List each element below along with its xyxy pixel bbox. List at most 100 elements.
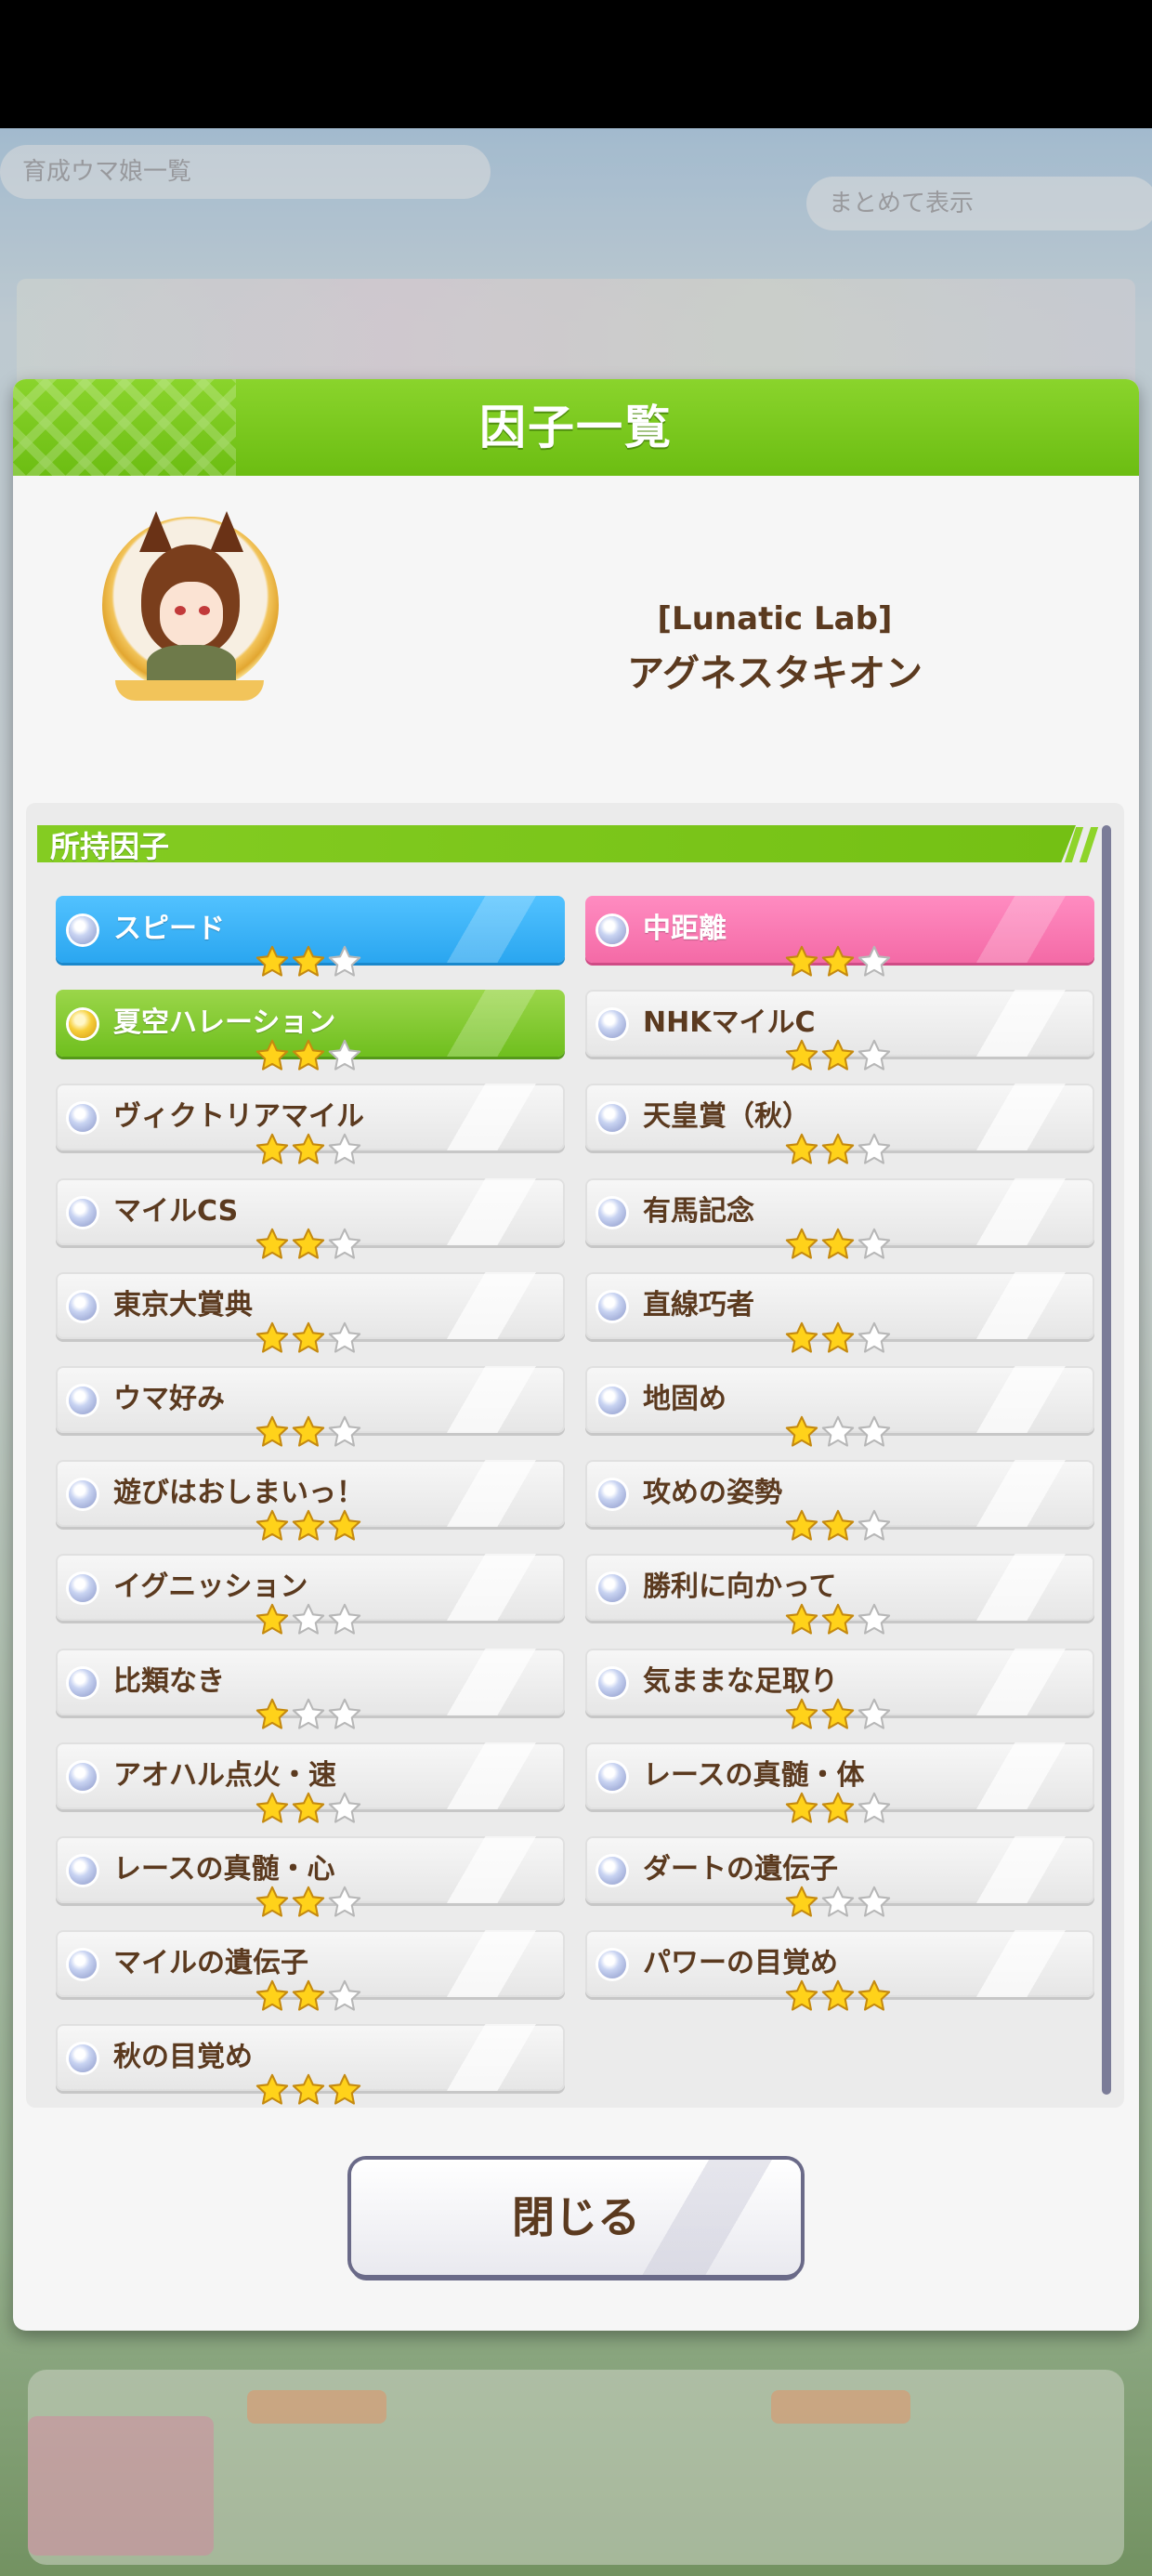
star-empty-icon	[821, 1886, 855, 1917]
star-empty-icon	[857, 1134, 891, 1164]
star-filled-icon	[255, 1040, 289, 1071]
factor-tile[interactable]: パワーの目覚め	[585, 1930, 1094, 2011]
avatar-face	[160, 582, 223, 647]
factor-star-rating	[784, 1321, 893, 1358]
factor-tile[interactable]: 有馬記念	[585, 1177, 1094, 1259]
star-empty-icon	[857, 1228, 891, 1259]
factor-tile[interactable]: アオハル点火・速	[56, 1741, 565, 1823]
star-filled-icon	[292, 1321, 325, 1353]
star-filled-icon	[785, 1415, 818, 1447]
factor-star-rating	[255, 944, 363, 981]
star-filled-icon	[292, 1040, 325, 1071]
factor-tile[interactable]: 気ままな足取り	[585, 1648, 1094, 1729]
factor-star-rating	[255, 1038, 363, 1075]
star-filled-icon	[785, 1134, 818, 1164]
factor-tile[interactable]: 直線巧者	[585, 1271, 1094, 1353]
factor-type-icon	[598, 1762, 626, 1791]
character-name: アグネスタキオン	[627, 652, 923, 695]
star-filled-icon	[785, 945, 818, 977]
star-empty-icon	[328, 1415, 361, 1447]
star-filled-icon	[292, 1886, 325, 1917]
factor-star-rating	[255, 1697, 363, 1734]
factor-star-rating	[255, 1414, 363, 1452]
factor-tile[interactable]: マイルCS	[56, 1177, 565, 1259]
factor-tile[interactable]: マイルの遺伝子	[56, 1930, 565, 2011]
star-filled-icon	[328, 1510, 361, 1541]
factor-star-rating	[255, 1321, 363, 1358]
star-filled-icon	[255, 1134, 289, 1164]
factor-tile[interactable]: 天皇賞（秋）	[585, 1084, 1094, 1164]
factor-tile[interactable]: 勝利に向かって	[585, 1554, 1094, 1635]
star-filled-icon	[328, 2074, 361, 2105]
factor-tile[interactable]: 東京大賞典	[56, 1271, 565, 1353]
factor-tile[interactable]: ダートの遺伝子	[585, 1836, 1094, 1917]
factor-type-icon	[598, 1480, 626, 1509]
factor-tile[interactable]: 比類なき	[56, 1648, 565, 1729]
star-filled-icon	[255, 1604, 289, 1635]
character-epithet: [Lunatic Lab]	[657, 600, 893, 637]
star-filled-icon	[821, 1040, 855, 1071]
star-empty-icon	[328, 1886, 361, 1917]
factor-name: 直線巧者	[643, 1288, 754, 1321]
factor-tile[interactable]: 秋の目覚め	[56, 2024, 565, 2105]
star-filled-icon	[292, 945, 325, 977]
factor-tile[interactable]: 地固め	[585, 1366, 1094, 1447]
factor-tile[interactable]: イグニッション	[56, 1554, 565, 1635]
factor-tile[interactable]: 中距離	[585, 896, 1094, 977]
factor-type-icon	[598, 1104, 626, 1133]
factor-type-icon	[69, 1198, 97, 1227]
star-filled-icon	[857, 1980, 891, 2011]
factor-star-rating	[784, 1697, 893, 1734]
star-empty-icon	[328, 1698, 361, 1729]
star-filled-icon	[821, 1604, 855, 1635]
star-filled-icon	[255, 1228, 289, 1259]
dialog-title: 因子一覧	[479, 401, 673, 454]
star-filled-icon	[255, 1510, 289, 1541]
star-empty-icon	[328, 1228, 361, 1259]
factor-tile[interactable]: レースの真髄・体	[585, 1741, 1094, 1823]
star-filled-icon	[292, 1510, 325, 1541]
factor-type-icon	[69, 1480, 97, 1509]
factor-type-icon	[69, 1104, 97, 1133]
factor-star-rating	[784, 1885, 893, 1922]
factor-tile[interactable]: スピード	[56, 896, 565, 977]
star-empty-icon	[857, 1792, 891, 1823]
factor-type-icon	[598, 1387, 626, 1414]
star-empty-icon	[292, 1604, 325, 1635]
factor-tile[interactable]: 攻めの姿勢	[585, 1460, 1094, 1541]
star-filled-icon	[255, 1698, 289, 1729]
star-filled-icon	[255, 1980, 289, 2011]
factor-tile[interactable]: NHKマイルC	[585, 990, 1094, 1071]
factor-type-icon	[69, 1857, 97, 1885]
factor-star-rating	[255, 1791, 363, 1828]
star-empty-icon	[328, 1792, 361, 1823]
star-filled-icon	[785, 1604, 818, 1635]
factor-star-rating	[784, 1508, 893, 1545]
factor-type-icon	[598, 1010, 626, 1039]
factor-name: ウマ好み	[113, 1383, 225, 1415]
factor-type-icon	[69, 1292, 97, 1321]
star-empty-icon	[857, 1040, 891, 1071]
factor-tile[interactable]: 遊びはおしまいっ！	[56, 1460, 565, 1541]
section-header-bar	[37, 825, 1076, 862]
star-empty-icon	[292, 1698, 325, 1729]
factor-list-dialog: 因子一覧 [Lunatic Lab] アグネスタキオン 所持因子 スピード 夏空ハ…	[13, 379, 1139, 2331]
factor-tile[interactable]: ウマ好み	[56, 1366, 565, 1447]
star-empty-icon	[857, 945, 891, 977]
close-button[interactable]: 閉じる	[351, 2160, 801, 2275]
factor-name: 比類なき	[113, 1664, 225, 1698]
factor-tile[interactable]: 夏空ハレーション	[56, 990, 565, 1071]
star-filled-icon	[785, 1228, 818, 1259]
factor-star-rating	[255, 2072, 363, 2109]
factor-list-scrollbar[interactable]	[1102, 825, 1111, 2095]
factor-tile[interactable]: レースの真髄・心	[56, 1836, 565, 1917]
star-filled-icon	[255, 1321, 289, 1353]
star-filled-icon	[821, 1980, 855, 2011]
star-empty-icon	[857, 1698, 891, 1729]
dialog-header: 因子一覧	[13, 379, 1139, 476]
star-filled-icon	[785, 1321, 818, 1353]
factor-type-icon	[69, 1010, 97, 1039]
star-filled-icon	[292, 1415, 325, 1447]
factor-tile[interactable]: ヴィクトリアマイル	[56, 1084, 565, 1164]
factor-name: マイルCS	[113, 1194, 239, 1228]
